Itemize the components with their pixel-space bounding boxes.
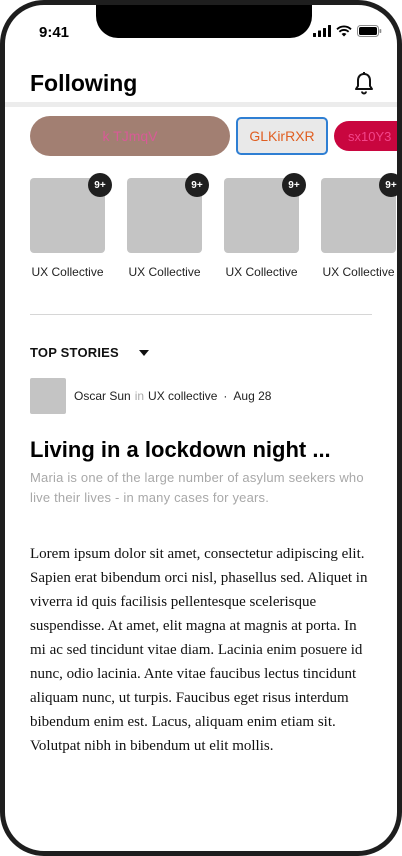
section-divider bbox=[30, 314, 372, 315]
byline-separator: · bbox=[223, 389, 228, 403]
cellular-signal-icon bbox=[313, 25, 331, 37]
publication-link[interactable]: UX collective bbox=[148, 389, 217, 403]
publication-name: UX Collective bbox=[31, 265, 104, 279]
topic-pill-label: GLKirRXR bbox=[249, 128, 315, 144]
story-body: Lorem ipsum dolor sit amet, consectetur … bbox=[30, 546, 368, 754]
topic-pill-1[interactable]: k TJmqV bbox=[30, 116, 230, 156]
topic-pill-3[interactable]: sx10Y3 bbox=[334, 121, 397, 151]
page-title: Following bbox=[30, 70, 138, 96]
story-date: Aug 28 bbox=[233, 389, 272, 403]
top-stories-label: TOP STORIES bbox=[30, 345, 119, 360]
status-icons bbox=[313, 24, 382, 38]
unread-count-badge: 9+ bbox=[282, 173, 306, 197]
caret-down-icon bbox=[138, 349, 149, 356]
app-header: Following bbox=[30, 67, 375, 103]
unread-count-badge: 9+ bbox=[88, 173, 112, 197]
story-byline: Oscar Sun in UX collective · Aug 28 bbox=[30, 378, 271, 414]
topic-pill-label: sx10Y3 bbox=[348, 128, 392, 144]
topic-pill-2[interactable]: GLKirRXR bbox=[236, 117, 328, 155]
notification-bell-icon[interactable] bbox=[353, 71, 375, 95]
top-stories-dropdown[interactable]: TOP STORIES bbox=[30, 345, 149, 360]
unread-count-badge: 9+ bbox=[185, 173, 209, 197]
publication-name: UX Collective bbox=[128, 265, 201, 279]
publication-name: UX Collective bbox=[322, 265, 395, 279]
header-divider bbox=[5, 102, 397, 107]
byline-in-word: in bbox=[134, 389, 145, 403]
author-avatar[interactable] bbox=[30, 378, 66, 414]
wifi-icon bbox=[336, 25, 352, 37]
unread-count-badge: 9+ bbox=[379, 173, 397, 197]
topic-pill-label: k TJmqV bbox=[102, 128, 158, 144]
device-notch bbox=[96, 5, 312, 38]
status-time: 9:41 bbox=[39, 24, 70, 41]
story-title[interactable]: Living in a lockdown night ... bbox=[30, 437, 375, 463]
publication-name: UX Collective bbox=[225, 265, 298, 279]
story-subtitle: Maria is one of the large number of asyl… bbox=[30, 470, 364, 505]
phone-frame: 9:41 Following k TJmqV GLKirRXR sx10Y3 9… bbox=[0, 0, 402, 856]
author-name[interactable]: Oscar Sun bbox=[74, 389, 131, 403]
battery-icon bbox=[357, 25, 382, 37]
